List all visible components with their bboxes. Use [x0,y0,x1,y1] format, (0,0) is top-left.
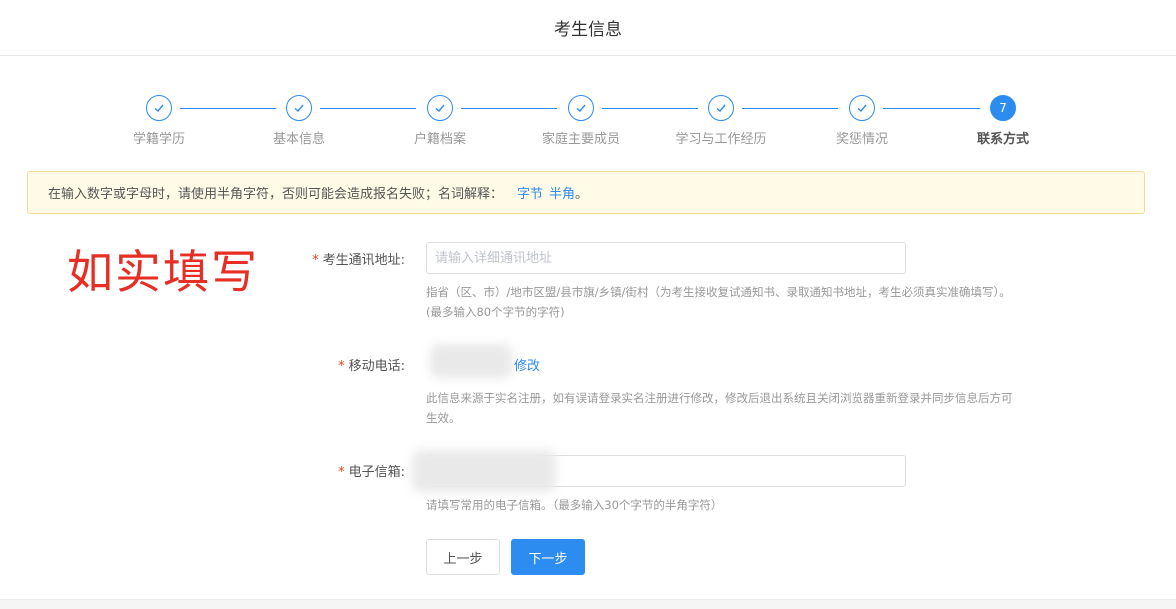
email-label: * 电子信箱: [205,461,405,480]
address-hint: 指省（区、市）/地市区盟/县市旗/乡镇/街村（为考生接收复试通知书、录取通知书地… [426,282,1066,322]
step-label: 奖惩情况 [835,132,888,147]
link-byte[interactable]: 字节 [517,183,543,202]
step-jiating-chengyuan[interactable]: 家庭主要成员 [516,94,646,147]
phone-label-text: 移动电话: [348,359,405,374]
email-hint: 请填写常用的电子信箱。（最多输入30个字节的半角字符） [426,495,1066,515]
address-hint-line1: 指省（区、市）/地市区盟/县市旗/乡镇/街村（为考生接收复试通知书、录取通知书地… [426,285,1011,299]
required-mark: * [338,465,345,480]
step-label: 学籍学历 [132,132,185,147]
step-lianxi-fangshi[interactable]: 7 联系方式 [938,94,1068,147]
link-halfwidth[interactable]: 半角 [549,183,575,202]
progress-steps: 学籍学历 基本信息 户籍档案 家庭主要成员 学习与工作经历 奖惩情况 7 联系方… [0,94,1176,154]
address-label-text: 考生通讯地址: [322,253,405,268]
modify-phone-link[interactable]: 修改 [514,355,540,374]
step-label: 联系方式 [976,132,1029,147]
step-label: 学习与工作经历 [675,132,767,147]
fill-truthfully-annotation: 如实填写 [67,245,259,299]
address-input[interactable] [426,242,906,274]
notice-suffix: 。 [575,187,589,202]
check-icon [146,95,172,121]
address-hint-line2: (最多输入80个字节的字符) [426,305,565,319]
step-jiben-xinxi[interactable]: 基本信息 [234,94,364,147]
step-jiangcheng[interactable]: 奖惩情况 [797,94,927,147]
page-title: 考生信息 [554,20,622,40]
step-xueji-xueli[interactable]: 学籍学历 [94,94,224,147]
prev-step-button[interactable]: 上一步 [426,539,500,575]
step-huji-dangan[interactable]: 户籍档案 [375,94,505,147]
required-mark: * [338,359,345,374]
phone-hint: 此信息来源于实名注册，如有误请登录实名注册进行修改，修改后退出系统且关闭浏览器重… [426,388,1066,428]
phone-label: * 移动电话: [205,355,405,374]
check-icon [708,95,734,121]
phone-value-redacted [430,344,512,378]
notice-banner: 在输入数字或字母时，请使用半角字符，否则可能会造成报名失败；名词解释： 字节 半… [27,171,1145,214]
step-xuexi-gongzuo[interactable]: 学习与工作经历 [656,94,786,147]
phone-hint-line2: 生效。 [426,411,461,425]
notice-text: 在输入数字或字母时，请使用半角字符，否则可能会造成报名失败；名词解释： [48,187,504,202]
step-label: 家庭主要成员 [541,132,620,147]
step-label: 基本信息 [272,132,325,147]
check-icon [427,95,453,121]
check-icon [849,95,875,121]
email-value-redacted [412,450,556,492]
page-header: 考生信息 [0,0,1176,56]
footer-band [0,599,1176,609]
next-step-button[interactable]: 下一步 [511,539,585,575]
required-mark: * [312,253,319,268]
phone-hint-line1: 此信息来源于实名注册，如有误请登录实名注册进行修改，修改后退出系统且关闭浏览器重… [426,391,1013,405]
email-label-text: 电子信箱: [348,465,405,480]
email-hint-text: 请填写常用的电子信箱。（最多输入30个字节的半角字符） [426,498,723,512]
address-label: * 考生通讯地址: [205,249,405,268]
check-icon [286,95,312,121]
step-number: 7 [990,95,1016,121]
check-icon [568,95,594,121]
step-label: 户籍档案 [413,132,466,147]
